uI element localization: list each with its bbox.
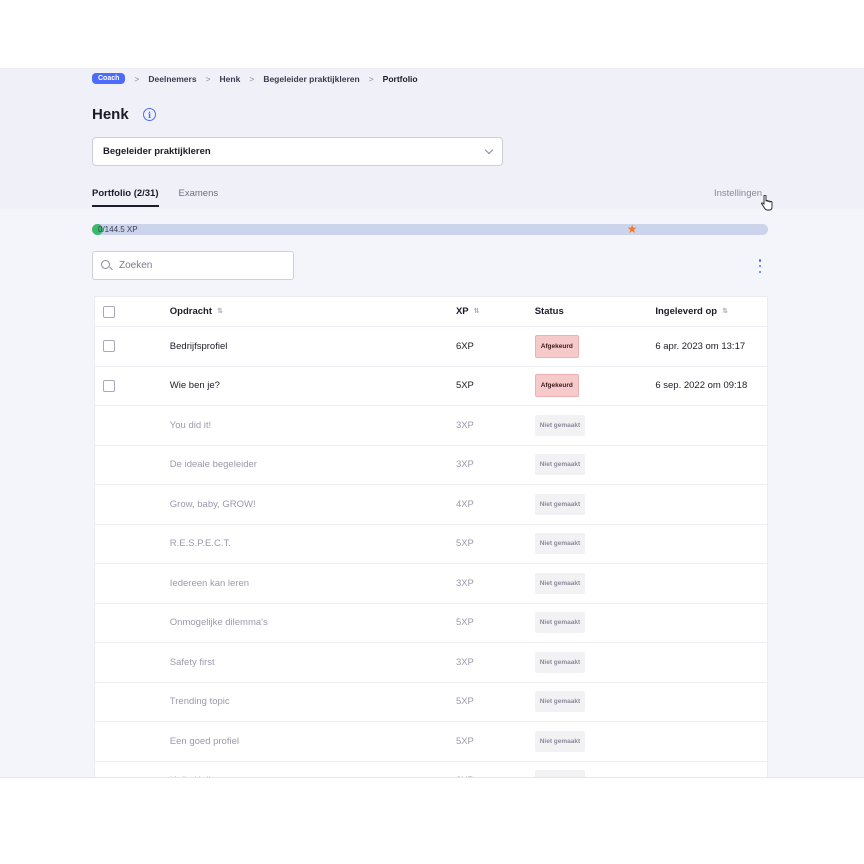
task-xp: 4XP (455, 498, 474, 510)
status-badge: Niet gemaakt (534, 414, 586, 436)
breadcrumb-separator: > (205, 73, 211, 84)
more-vertical-icon[interactable] (757, 259, 763, 273)
sort-icon: ⇅ (217, 308, 223, 316)
submitted-date: 6 sep. 2022 om 09:18 (655, 380, 748, 392)
page-footer-area (0, 777, 864, 864)
task-title[interactable]: Onmogelijke dilemma's (170, 617, 456, 628)
status-badge: Afgekeurd (534, 374, 579, 398)
task-title[interactable]: Trending topic (170, 696, 456, 707)
search-icon (101, 259, 113, 272)
task-title[interactable]: De ideale begeleider (170, 459, 456, 470)
table-row[interactable]: De ideale begeleider 3XP Niet gemaakt (95, 446, 767, 485)
task-xp: 5XP (455, 696, 474, 708)
app-window: Coach > Deelnemers > Henk > Begeleider p… (0, 68, 864, 777)
task-xp: 3XP (455, 577, 474, 589)
table-row[interactable]: Onmogelijke dilemma's 5XP Niet gemaakt (95, 604, 767, 643)
column-header-task[interactable]: Opdracht ⇅ (170, 306, 456, 317)
xp-progress-bar: 0/144.5 XP ★ (92, 222, 768, 236)
task-xp: 6XP (455, 340, 474, 352)
portfolio-table: Opdracht ⇅ XP ⇅ Status Ingeleverd op ⇅ Bedr… (94, 296, 768, 777)
submitted-date: 6 apr. 2023 om 13:17 (655, 340, 746, 352)
task-xp: 5XP (455, 735, 474, 747)
sort-icon: ⇅ (722, 308, 728, 316)
program-select-value: Begeleider praktijkleren (103, 146, 211, 157)
breadcrumb-link-program[interactable]: Begeleider praktijkleren (263, 74, 359, 84)
task-xp: 3XP (455, 656, 474, 668)
status-badge: Niet gemaakt (534, 454, 586, 476)
task-xp: 5XP (455, 617, 474, 629)
table-row[interactable]: R.E.S.P.E.C.T. 5XP Niet gemaakt (95, 525, 767, 564)
page-title: Henk (92, 106, 129, 123)
table-row[interactable]: Safety first 3XP Niet gemaakt (95, 643, 767, 683)
row-checkbox[interactable] (103, 379, 115, 392)
column-header-xp[interactable]: XP ⇅ (456, 306, 535, 317)
status-badge: Niet gemaakt (534, 651, 586, 673)
status-badge: Niet gemaakt (534, 770, 586, 777)
status-badge: Niet gemaakt (534, 493, 586, 515)
settings-link[interactable]: Instellingen (714, 188, 762, 199)
status-badge: Niet gemaakt (534, 533, 586, 555)
table-row[interactable]: Trending topic 5XP Niet gemaakt (95, 683, 767, 722)
task-xp: 3XP (455, 419, 474, 431)
task-title[interactable]: R.E.S.P.E.C.T. (170, 538, 456, 549)
sort-icon: ⇅ (473, 308, 480, 316)
breadcrumb-separator: > (249, 73, 255, 84)
search-box[interactable] (92, 251, 294, 280)
breadcrumb-current-portfolio: Portfolio (382, 73, 418, 84)
breadcrumb-separator: > (368, 73, 374, 84)
star-icon: ★ (626, 222, 638, 236)
task-xp: 3XP (455, 459, 474, 471)
task-title[interactable]: You did it! (170, 420, 456, 431)
task-title[interactable]: Safety first (170, 657, 456, 668)
table-row[interactable]: You did it! 3XP Niet gemaakt (95, 406, 767, 446)
status-badge: Niet gemaakt (534, 612, 586, 634)
breadcrumb-link-henk[interactable]: Henk (220, 74, 241, 84)
table-row[interactable]: Grow, baby, GROW! 4XP Niet gemaakt (95, 485, 767, 525)
breadcrumb-link-deelnemers[interactable]: Deelnemers (148, 74, 196, 84)
task-xp: 5XP (455, 538, 474, 550)
program-select[interactable]: Begeleider praktijkleren (92, 137, 503, 166)
task-xp: 5XP (455, 380, 474, 392)
info-icon[interactable]: i (143, 108, 156, 121)
breadcrumb-separator: > (134, 73, 140, 84)
status-badge: Afgekeurd (534, 334, 579, 358)
table-row[interactable]: Een goed profiel 5XP Niet gemaakt (95, 722, 767, 762)
role-badge: Coach (92, 73, 126, 84)
table-row[interactable]: Bedrijfsprofiel 6XP Afgekeurd 6 apr. 2023 o… (95, 327, 767, 367)
task-title[interactable]: Grow, baby, GROW! (170, 499, 456, 510)
breadcrumb: Coach > Deelnemers > Henk > Begeleider p… (92, 73, 418, 84)
select-all-checkbox[interactable] (103, 305, 115, 318)
task-title[interactable]: Een goed profiel (170, 736, 456, 747)
xp-progress-label: 0/144.5 XP (98, 225, 138, 234)
tab-bar: Portfolio (2/31) Examens (92, 188, 218, 207)
search-input[interactable] (119, 260, 279, 271)
mouse-pointer-hand-icon (761, 195, 773, 211)
status-badge: Niet gemaakt (534, 691, 586, 713)
status-badge: Niet gemaakt (534, 572, 586, 594)
column-header-status: Status (534, 306, 564, 317)
status-badge: Niet gemaakt (534, 730, 586, 752)
tab-examens[interactable]: Examens (179, 188, 219, 207)
table-row[interactable]: Wie ben je? 5XP Afgekeurd 6 sep. 2022 om 09… (95, 367, 767, 406)
tab-portfolio[interactable]: Portfolio (2/31) (92, 188, 159, 207)
column-header-submitted[interactable]: Ingeleverd op ⇅ (655, 306, 767, 317)
chevron-down-icon (484, 145, 494, 155)
row-checkbox[interactable] (103, 340, 115, 353)
table-row[interactable]: Iedereen kan leren 3XP Niet gemaakt (95, 564, 767, 604)
table-header-row: Opdracht ⇅ XP ⇅ Status Ingeleverd op ⇅ (95, 297, 767, 327)
table-row[interactable]: Hallo Hallo3XPNiet gemaakt (95, 762, 767, 777)
task-title[interactable]: Wie ben je? (170, 380, 456, 391)
table-body: Bedrijfsprofiel 6XP Afgekeurd 6 apr. 2023 o… (95, 327, 767, 777)
task-title[interactable]: Bedrijfsprofiel (170, 341, 456, 352)
task-title[interactable]: Iedereen kan leren (170, 578, 456, 589)
